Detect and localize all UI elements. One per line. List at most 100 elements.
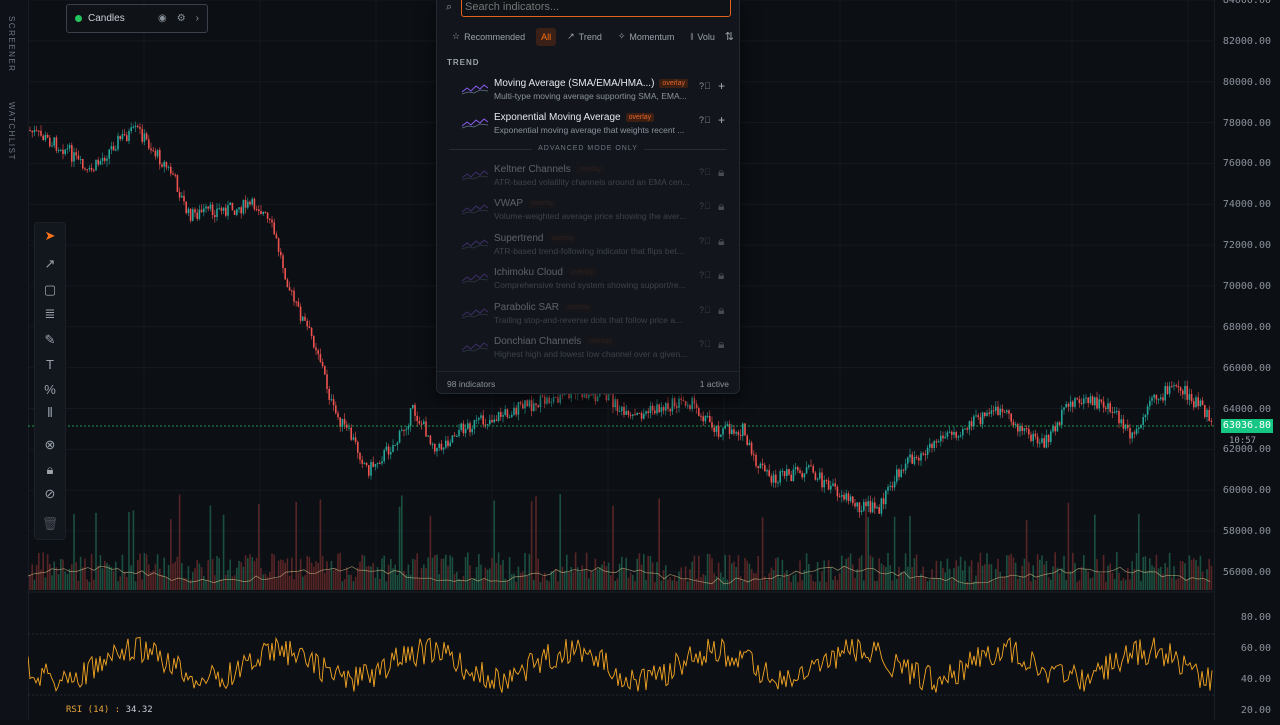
lock-icon[interactable]: 🔒︎ [718,337,724,352]
drawing-toolbar: ➤ ↗ ▢ ≣ ✎ T % ⦀ ⊗ 🔒︎ ⊘ 🗑︎ [34,222,66,540]
overlay-badge: overlay [575,165,605,174]
help-icon[interactable]: ?⃝ [699,270,711,280]
tab-recommended[interactable]: ☆ Recommended [447,27,530,46]
overlay-badge: overlay [528,199,557,208]
indicator-item[interactable]: Moving Average (SMA/EMA/HMA...) overlay Mu… [447,74,731,108]
lock-icon[interactable]: 🔒︎ [718,199,724,214]
indicator-item[interactable]: Ichimoku Cloud overlay Comprehensive trend… [447,263,731,297]
section-heading-trend: TREND [447,58,480,67]
indicator-item[interactable]: Supertrend overlay ATR-based trend-followi… [447,229,731,263]
help-icon[interactable]: ?⃝ [699,81,711,91]
rectangle-icon[interactable]: ▢ [35,279,65,301]
help-icon[interactable]: ?⃝ [699,115,711,125]
cursor-icon[interactable]: ➤ [35,225,65,247]
advanced-mode-label: ADVANCED MODE ONLY [437,145,739,152]
indicator-title: VWAP [494,198,524,209]
indicator-description: Multi-type moving average supporting SMA… [494,91,687,101]
gear-icon[interactable]: ⚙ [177,13,186,24]
indicator-title: Parabolic SAR [494,302,560,313]
indicator-item[interactable]: Exponential Moving Average overlay Exponen… [447,108,731,142]
lock-icon[interactable]: 🔒︎ [718,268,724,283]
tab-all[interactable]: All [536,27,557,46]
indicator-name: Parabolic SAR overlay [494,302,593,313]
indicator-title: Ichimoku Cloud [494,267,563,278]
price-tick: 66000.00 [1222,362,1271,374]
trash-icon[interactable]: 🗑︎ [35,513,65,535]
indicator-thumbnail [462,273,488,284]
indicator-thumbnail [462,204,488,215]
price-tick: 70000.00 [1222,280,1271,292]
indicator-title: Moving Average (SMA/EMA/HMA...) [494,78,655,89]
price-tick: 72000.00 [1222,240,1271,252]
momentum-icon: ✧ [617,31,626,41]
volume-icon: ⫾ [690,31,694,41]
tab-label: All [541,31,552,42]
series-label: Candles [88,13,125,24]
indicator-item[interactable]: Parabolic SAR overlay Trailing stop-and-re… [447,298,731,332]
indicator-thumbnail [462,342,488,353]
rsi-value: 34.32 [125,705,153,715]
indicator-item[interactable]: Donchian Channels overlay Highest high and… [447,332,731,366]
watchlist-tab[interactable]: WATCHLIST [7,102,16,161]
indicator-description: ATR-based volatility channels around an … [494,177,690,187]
overlay-badge: overlay [586,337,615,346]
indicator-description: ATR-based trend-following indicator that… [494,246,684,256]
lock-icon[interactable]: 🔒︎ [718,234,724,249]
indicator-description: Highest high and lowest low channel over… [494,349,688,359]
indicator-description: Exponential moving average that weights … [494,125,685,135]
indicator-name: Supertrend overlay [494,233,578,244]
help-icon[interactable]: ?⃝ [699,201,711,211]
tab-volume[interactable]: ⫾ Volu [685,27,719,46]
sort-icon[interactable]: ⇅ [725,30,734,43]
indicator-description: Comprehensive trend system showing suppo… [494,280,686,290]
indicator-name: VWAP overlay [494,198,557,209]
price-tick: 60000.00 [1222,485,1271,497]
indicator-title: Exponential Moving Average [494,112,621,123]
lock-icon[interactable]: 🔒︎ [718,303,724,318]
series-legend-chip[interactable]: Candles ◉ ⚙ › [66,4,208,33]
help-icon[interactable]: ?⃝ [699,236,711,246]
price-tick: 74000.00 [1222,199,1271,211]
add-icon[interactable]: + [718,79,725,93]
tab-momentum[interactable]: ✧ Momentum [613,27,680,46]
indicator-item[interactable]: VWAP overlay Volume-weighted average price… [447,194,731,228]
price-axis[interactable]: 84000.00 82000.00 80000.00 78000.00 76000.00… [1214,0,1280,720]
left-rail: SCREENER WATCHLIST [0,0,29,720]
eye-icon[interactable]: ◉ [158,13,167,24]
pencil-icon[interactable]: ✎ [35,329,65,351]
tab-trend[interactable]: ↗ Trend [562,27,607,46]
fib-icon[interactable]: ≣ [35,303,65,325]
price-tick: 56000.00 [1222,566,1271,578]
price-tick: 76000.00 [1222,158,1271,170]
help-icon[interactable]: ?⃝ [699,305,711,315]
indicator-item[interactable]: Keltner Channels overlay ATR-based volatil… [447,160,731,194]
indicator-thumbnail [462,84,488,95]
chevron-right-icon[interactable]: › [196,13,199,24]
overlay-badge: overlay [625,113,655,122]
indicator-title: Supertrend [494,233,544,244]
trend-line-icon[interactable]: ↗ [35,253,65,275]
price-tick: 82000.00 [1222,35,1271,47]
lock-icon[interactable]: 🔒︎ [718,165,724,180]
help-icon[interactable]: ?⃝ [699,339,711,349]
indicator-search-input[interactable] [461,0,731,17]
overlay-badge: overlay [564,303,593,312]
pattern-icon[interactable]: ⦀ [35,402,65,424]
hide-icon[interactable]: ⊘ [35,483,65,505]
indicator-name: Donchian Channels overlay [494,336,615,347]
lock-icon[interactable]: 🔒︎ [35,459,65,481]
star-icon: ☆ [452,31,461,41]
add-icon[interactable]: + [718,113,725,127]
screener-tab[interactable]: SCREENER [7,16,16,72]
indicator-thumbnail [462,239,488,250]
indicator-thumbnail [462,170,488,181]
panel-footer: 98 indicators 1 active [437,371,739,394]
indicator-thumbnail [462,118,488,129]
trend-icon: ↗ [567,31,575,41]
percent-icon[interactable]: % [35,378,65,400]
help-icon[interactable]: ?⃝ [699,167,711,177]
magnet-icon[interactable]: ⊗ [35,434,65,456]
text-icon[interactable]: T [35,353,65,375]
indicator-name: Exponential Moving Average overlay [494,112,655,123]
indicator-title: Keltner Channels [494,164,571,175]
